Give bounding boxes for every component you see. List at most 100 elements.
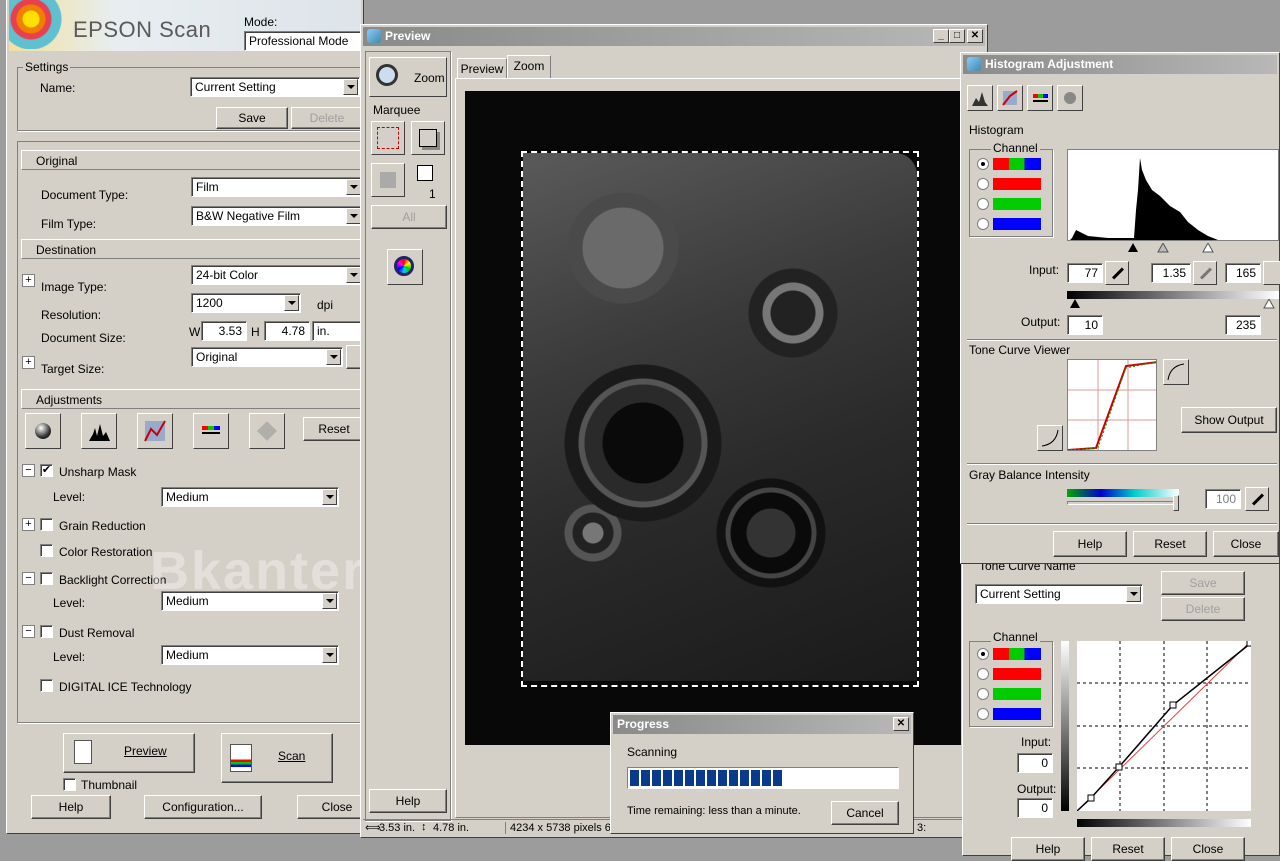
output-shadow-field[interactable]: 10 — [1067, 315, 1103, 335]
preview-button[interactable]: Preview — [63, 733, 195, 773]
input-highlight-field[interactable]: 165 — [1225, 263, 1261, 283]
save-button[interactable]: Save — [216, 107, 288, 129]
hist-channel-green-radio[interactable] — [977, 198, 989, 210]
tone-curve-save-button[interactable]: Save — [1161, 571, 1245, 595]
image-adjustment-button[interactable] — [193, 413, 229, 449]
color-check-button[interactable] — [387, 249, 423, 285]
curve-down-icon[interactable] — [1037, 425, 1063, 451]
tone-curve-delete-button[interactable]: Delete — [1161, 597, 1245, 621]
tc-channel-blue-radio[interactable] — [977, 708, 989, 720]
reset-button[interactable]: Reset — [303, 417, 365, 441]
hist-channel-red-radio[interactable] — [977, 178, 989, 190]
output-sliders[interactable] — [1067, 299, 1279, 309]
size-unit-select[interactable]: in. — [312, 321, 363, 341]
color-restoration-checkbox[interactable] — [40, 544, 53, 557]
height-field[interactable]: 4.78 — [264, 321, 310, 341]
minimize-icon[interactable]: _ — [933, 29, 949, 43]
histogram-reset-button[interactable]: Reset — [1133, 531, 1207, 557]
ice-checkbox[interactable] — [40, 679, 53, 692]
tab-preview[interactable]: Preview — [457, 58, 507, 78]
tone-curve-name-select[interactable]: Current Setting — [975, 584, 1143, 604]
zoom-tool-button[interactable]: Zoom — [369, 57, 447, 97]
unsharp-checkbox[interactable]: ✔ — [40, 464, 53, 477]
width-field[interactable]: 3.53 — [201, 321, 247, 341]
marquee-duplicate-button[interactable] — [411, 121, 445, 155]
close-icon[interactable]: ✕ — [967, 29, 983, 43]
dust-collapse-icon[interactable]: − — [22, 625, 35, 638]
tc-channel-rgb-radio[interactable] — [977, 648, 989, 660]
preview-help-button[interactable]: Help — [369, 789, 447, 813]
show-output-button[interactable]: Show Output — [1181, 407, 1277, 433]
backlight-checkbox[interactable] — [40, 572, 53, 585]
target-size-expand-icon[interactable]: + — [22, 356, 35, 369]
gray-balance-thumb[interactable] — [1173, 495, 1179, 511]
curve-up-icon[interactable] — [1163, 359, 1189, 385]
film-type-value: B&W Negative Film — [196, 209, 301, 223]
shadow-eyedropper-icon[interactable] — [1105, 261, 1129, 285]
all-button[interactable]: All — [371, 205, 447, 229]
histogram-help-button[interactable]: Help — [1053, 531, 1127, 557]
tc-channel-green-radio[interactable] — [977, 688, 989, 700]
histogram-close-button[interactable]: Close — [1213, 531, 1279, 557]
tc-channel-red-radio[interactable] — [977, 668, 989, 680]
marquee-selection[interactable] — [521, 151, 919, 687]
configuration-button[interactable]: Configuration... — [144, 795, 262, 819]
document-type-select[interactable]: Film — [191, 177, 363, 197]
backlight-collapse-icon[interactable]: − — [22, 572, 35, 585]
tc-close-button[interactable]: Close — [1171, 837, 1245, 861]
help-button[interactable]: Help — [31, 795, 111, 819]
resolution-select[interactable]: 1200 — [191, 293, 301, 313]
tone-curve-button[interactable] — [137, 413, 173, 449]
film-type-select[interactable]: B&W Negative Film — [191, 206, 363, 226]
image-type-expand-icon[interactable]: + — [22, 274, 35, 287]
hist-color-button[interactable] — [1027, 85, 1053, 111]
progress-cancel-button[interactable]: Cancel — [831, 801, 899, 825]
marquee-create-button[interactable] — [371, 121, 405, 155]
color-palette-button[interactable] — [249, 413, 285, 449]
hist-channel-blue-radio[interactable] — [977, 218, 989, 230]
grain-checkbox[interactable] — [40, 518, 53, 531]
hist-channel-rgb-radio[interactable] — [977, 158, 989, 170]
unsharp-collapse-icon[interactable]: − — [22, 464, 35, 477]
gray-balance-track[interactable] — [1067, 501, 1179, 505]
delete-button[interactable]: Delete — [291, 107, 363, 129]
epson-flower-logo — [9, 0, 69, 49]
histogram-adjustment-button[interactable] — [81, 413, 117, 449]
tc-output-field[interactable]: 0 — [1017, 798, 1053, 818]
progress-close-icon[interactable]: ✕ — [893, 717, 909, 731]
gray-balance-field[interactable]: 100 — [1205, 489, 1241, 509]
input-gamma-field[interactable]: 1.35 — [1151, 263, 1191, 283]
target-size-select[interactable]: Original — [191, 347, 343, 367]
hist-auto-button[interactable] — [967, 85, 993, 111]
dust-checkbox[interactable] — [40, 625, 53, 638]
gray-eyedropper-icon[interactable] — [1245, 487, 1269, 511]
tab-zoom[interactable]: Zoom — [507, 55, 551, 78]
scan-image[interactable] — [465, 91, 961, 745]
grain-expand-icon[interactable]: + — [22, 518, 35, 531]
output-highlight-field[interactable]: 235 — [1225, 315, 1261, 335]
destination-header-label: Destination — [36, 243, 97, 257]
input-sliders[interactable] — [1067, 243, 1279, 253]
auto-exposure-button[interactable] — [25, 413, 61, 449]
magnifier-icon — [376, 64, 398, 86]
hist-curve-button[interactable] — [997, 85, 1023, 111]
tc-reset-button[interactable]: Reset — [1091, 837, 1165, 861]
mode-select[interactable]: Professional Mode — [244, 31, 369, 51]
tc-help-button[interactable]: Help — [1011, 837, 1085, 861]
maximize-icon[interactable]: □ — [949, 29, 965, 43]
thumbnail-checkbox[interactable] — [63, 778, 76, 791]
tc-input-field[interactable]: 0 — [1017, 753, 1053, 773]
image-type-select[interactable]: 24-bit Color — [191, 265, 363, 285]
tone-curve-graph[interactable] — [1077, 641, 1251, 811]
name-select[interactable]: Current Setting — [190, 77, 360, 97]
scan-button[interactable]: Scan — [221, 733, 333, 783]
tc-output-gradient — [1061, 641, 1069, 811]
hist-palette-button[interactable] — [1057, 85, 1083, 111]
marquee-auto-button[interactable] — [371, 163, 405, 197]
highlight-eyedropper-icon[interactable] — [1263, 261, 1280, 285]
dust-level-select[interactable]: Medium — [161, 645, 339, 665]
gamma-eyedropper-icon[interactable] — [1193, 261, 1217, 285]
status-width: 3.53 in. — [379, 822, 416, 834]
unsharp-level-select[interactable]: Medium — [161, 487, 339, 507]
input-shadow-field[interactable]: 77 — [1067, 263, 1103, 283]
